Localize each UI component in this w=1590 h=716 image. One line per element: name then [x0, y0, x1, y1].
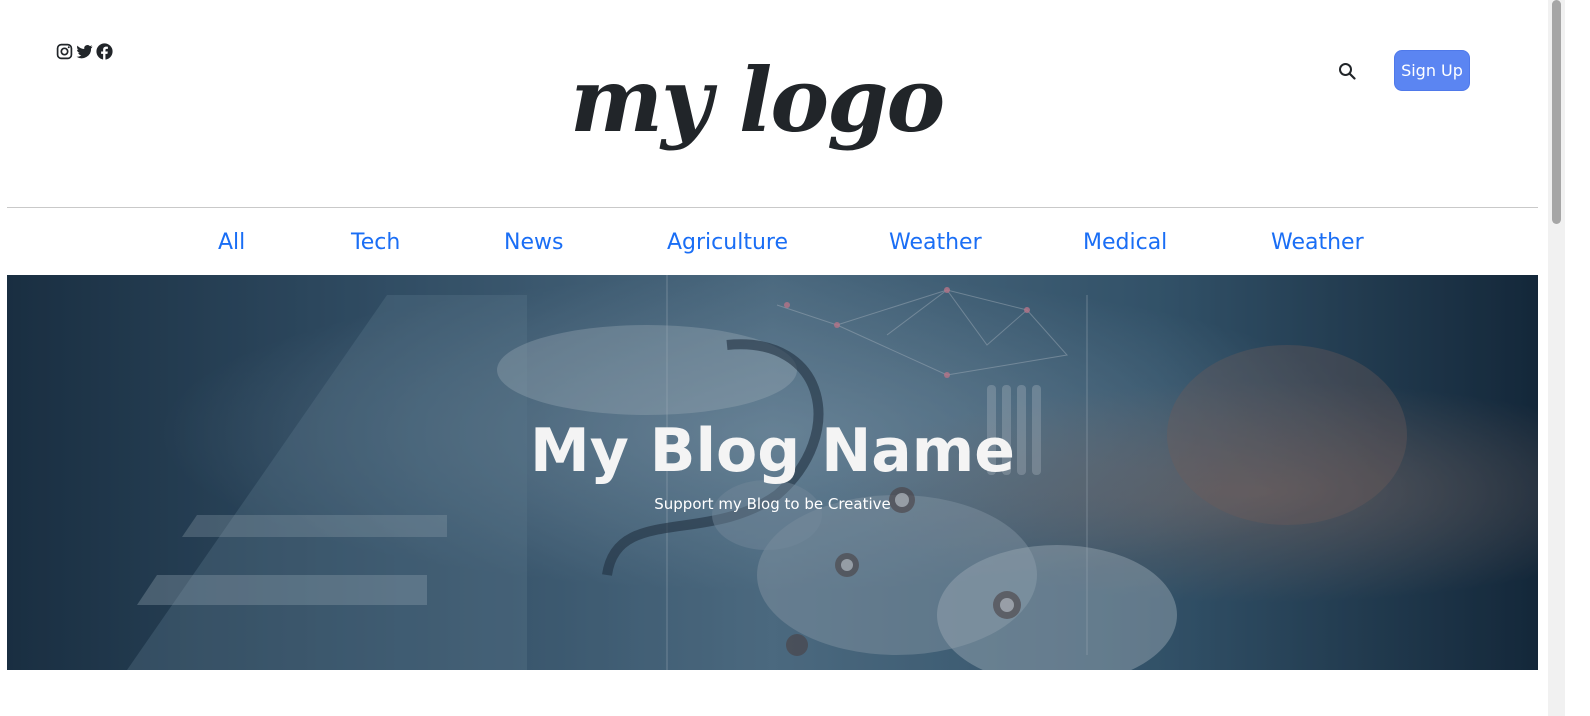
- category-nav: All Tech News Agriculture Weather Medica…: [7, 208, 1538, 275]
- page: my logo Sign Up All Tech News Agricultur…: [0, 0, 1590, 716]
- nav-item-weather-2[interactable]: Weather: [1271, 230, 1364, 255]
- facebook-icon[interactable]: [96, 43, 113, 60]
- nav-item-weather[interactable]: Weather: [889, 230, 982, 255]
- site-logo[interactable]: my logo: [570, 30, 945, 170]
- nav-item-news[interactable]: News: [504, 230, 563, 255]
- search-icon: [1339, 63, 1356, 80]
- nav-item-agriculture[interactable]: Agriculture: [667, 230, 788, 255]
- nav-item-medical[interactable]: Medical: [1083, 230, 1167, 255]
- sign-up-button[interactable]: Sign Up: [1394, 50, 1470, 91]
- vertical-scrollbar[interactable]: [1548, 0, 1565, 716]
- nav-item-all[interactable]: All: [218, 230, 245, 255]
- hero-title: My Blog Name: [530, 416, 1015, 486]
- instagram-icon[interactable]: [56, 43, 73, 60]
- social-links: [56, 43, 113, 60]
- nav-item-tech[interactable]: Tech: [351, 230, 400, 255]
- hero-banner: My Blog Name Support my Blog to be Creat…: [7, 275, 1538, 670]
- scrollbar-thumb[interactable]: [1552, 0, 1561, 224]
- search-button[interactable]: [1336, 60, 1358, 82]
- hero-subtitle: Support my Blog to be Creative: [654, 495, 891, 513]
- twitter-icon[interactable]: [76, 43, 93, 60]
